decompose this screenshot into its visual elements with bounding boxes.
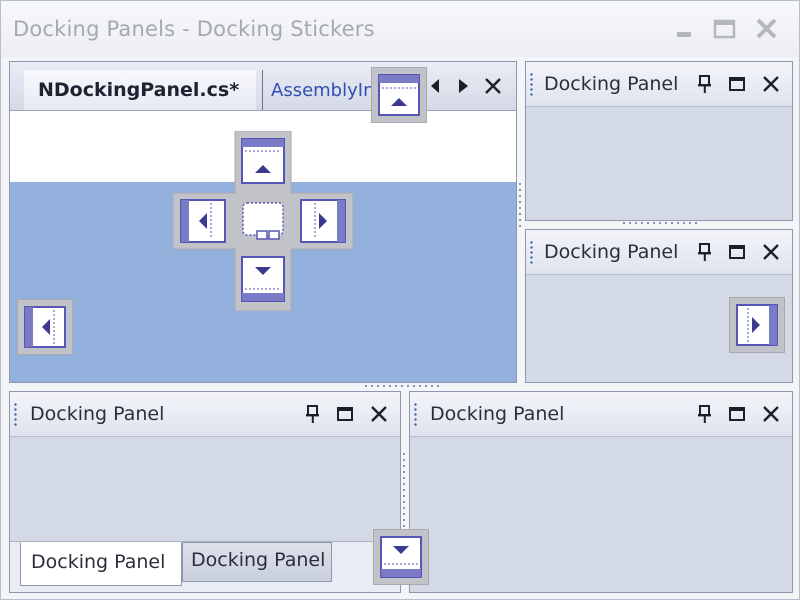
panel-title: Docking Panel xyxy=(30,403,165,425)
maximize-icon[interactable] xyxy=(711,15,739,43)
panel-caption[interactable]: Docking Panel xyxy=(526,62,792,107)
pin-icon[interactable] xyxy=(694,403,716,425)
scroll-right-icon[interactable] xyxy=(452,75,474,97)
panel-caption[interactable]: Docking Panel xyxy=(10,392,400,437)
tab-label: NDockingPanel.cs* xyxy=(38,79,240,101)
panel-title: Docking Panel xyxy=(430,403,565,425)
vertical-splitter-grip[interactable] xyxy=(518,181,522,231)
pin-icon[interactable] xyxy=(302,403,324,425)
tab-label: Docking Panel xyxy=(191,549,326,571)
dock-left-edge-icon[interactable] xyxy=(17,299,73,355)
maximize-icon[interactable] xyxy=(726,241,748,263)
window-title: Docking Panels - Docking Stickers xyxy=(13,17,375,41)
horizontal-splitter-grip[interactable] xyxy=(621,221,699,225)
pin-icon[interactable] xyxy=(694,241,716,263)
drag-grip-icon[interactable] xyxy=(530,240,533,264)
tab-assemblyinfo[interactable]: AssemblyInfo.cs xyxy=(262,70,381,110)
title-bar[interactable]: Docking Panels - Docking Stickers xyxy=(1,1,799,57)
compass-sticker xyxy=(173,131,353,311)
vertical-splitter-grip[interactable] xyxy=(402,451,406,531)
panel-caption[interactable]: Docking Panel xyxy=(410,392,792,437)
close-icon[interactable] xyxy=(482,75,504,97)
drag-grip-icon[interactable] xyxy=(414,402,417,426)
dock-right-icon xyxy=(300,199,346,243)
close-icon[interactable] xyxy=(760,403,782,425)
dock-top-icon xyxy=(241,138,285,184)
close-icon[interactable] xyxy=(753,15,781,43)
panel-title: Docking Panel xyxy=(544,73,679,95)
dock-left-icon xyxy=(180,199,226,243)
close-icon[interactable] xyxy=(760,73,782,95)
app-window: Docking Panels - Docking Stickers NDocki… xyxy=(0,0,800,600)
tab-ndockingpanel[interactable]: NDockingPanel.cs* xyxy=(24,70,256,110)
panel-caption[interactable]: Docking Panel xyxy=(526,230,792,275)
tab-label: AssemblyInfo.cs xyxy=(271,80,381,101)
pin-icon[interactable] xyxy=(694,73,716,95)
horizontal-splitter-grip[interactable] xyxy=(363,384,441,388)
maximize-icon[interactable] xyxy=(726,403,748,425)
minimize-icon[interactable] xyxy=(671,15,699,43)
maximize-icon[interactable] xyxy=(726,73,748,95)
docking-panel-bottom-right: Docking Panel xyxy=(409,391,793,593)
docking-panel-bottom-left: Docking Panel Docking Panel Docking Pane… xyxy=(9,391,401,593)
close-icon[interactable] xyxy=(368,403,390,425)
dock-bottom-icon xyxy=(241,256,285,302)
drag-grip-icon[interactable] xyxy=(530,72,533,96)
close-icon[interactable] xyxy=(760,241,782,263)
dock-bottom-edge-icon[interactable] xyxy=(373,529,429,585)
dock-top-edge-icon[interactable] xyxy=(371,67,427,123)
dock-center-icon xyxy=(239,197,287,245)
dock-right-edge-icon[interactable] xyxy=(729,297,785,353)
docking-panel-top-right: Docking Panel xyxy=(525,61,793,221)
document-tab-strip: NDockingPanel.cs* AssemblyInfo.cs xyxy=(10,62,516,111)
panel-title: Docking Panel xyxy=(544,241,679,263)
drag-grip-icon[interactable] xyxy=(14,402,17,426)
maximize-icon[interactable] xyxy=(334,403,356,425)
tab-label: Docking Panel xyxy=(31,551,166,573)
bottom-tab-active[interactable]: Docking Panel xyxy=(20,542,182,586)
bottom-tab-inactive[interactable]: Docking Panel xyxy=(182,542,332,582)
